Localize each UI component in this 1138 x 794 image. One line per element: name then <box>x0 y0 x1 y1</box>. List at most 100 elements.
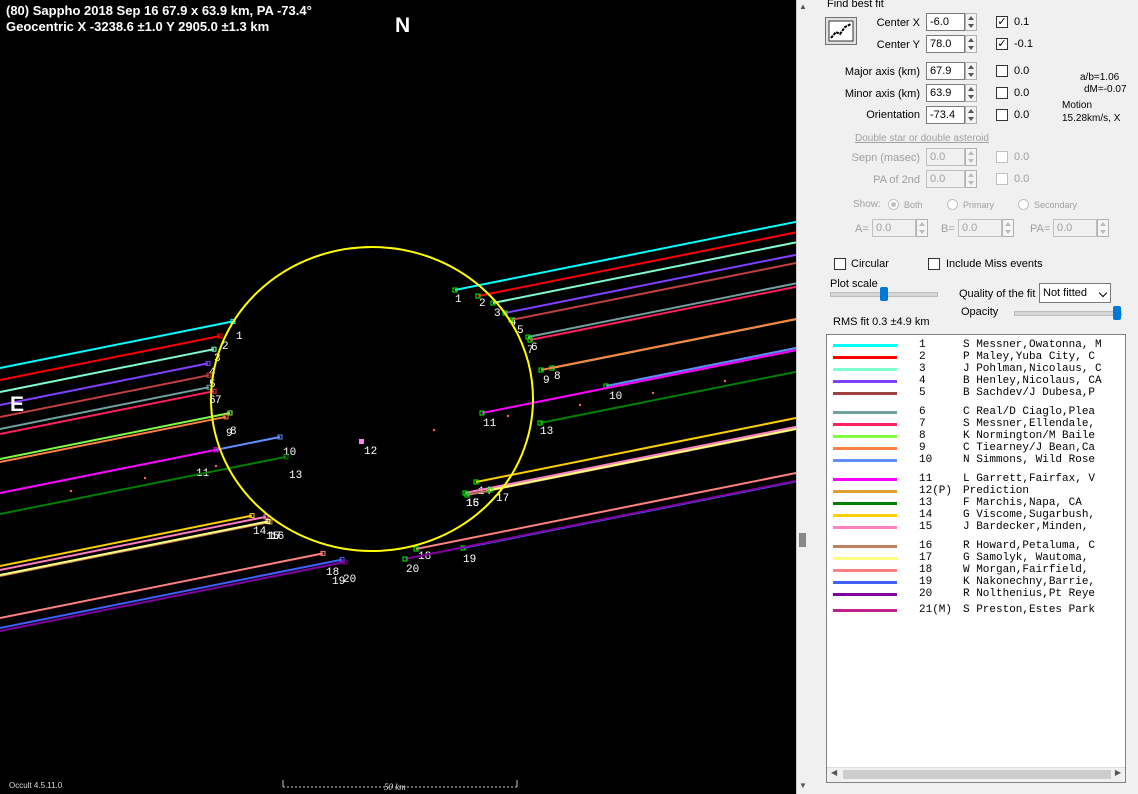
minor-axis-spinner[interactable] <box>965 84 977 102</box>
legend-row[interactable]: 2 P Maley,Yuba City, C <box>827 351 1125 363</box>
observer-legend[interactable]: 1 S Messner,Owatonna, M 2 P Maley,Yuba City… <box>826 334 1126 783</box>
sepn-input[interactable]: 0.0 <box>926 148 965 166</box>
legend-row[interactable]: 12(P) Prediction <box>827 485 1125 497</box>
show-secondary-radio[interactable] <box>1018 199 1029 210</box>
legend-row[interactable]: 10 N Simmons, Wild Rose <box>827 454 1125 466</box>
legend-row[interactable]: 7 S Messner,Ellendale, <box>827 418 1125 430</box>
chord-label-right: 3 <box>494 308 501 320</box>
sepn-label: Sepn (masec) <box>851 152 920 164</box>
plot-scale-label: Plot scale <box>830 278 878 290</box>
find-best-fit-button[interactable] <box>825 17 857 45</box>
scroll-left-icon[interactable]: ◀ <box>831 768 837 777</box>
legend-row[interactable]: 9 C Tiearney/J Bean,Ca <box>827 442 1125 454</box>
legend-name: W Morgan,Fairfield, <box>963 564 1089 576</box>
pa2-checkbox[interactable] <box>996 173 1008 185</box>
a-spinner[interactable] <box>916 219 928 237</box>
axis-ratio: a/b=1.06 <box>1080 72 1120 83</box>
chord-1-left <box>0 320 234 369</box>
occultation-plot[interactable]: 1122334455667788991010111113131414151516… <box>0 0 796 794</box>
minor-axis-input[interactable]: 63.9 <box>926 84 965 102</box>
b-label: B= <box>941 223 955 235</box>
delta-magnitude: dM=-0.07 <box>1084 84 1127 95</box>
legend-row[interactable]: 15 J Bardecker,Minden, <box>827 521 1125 533</box>
minor-axis-checkbox[interactable] <box>996 87 1008 99</box>
legend-hscroll-thumb[interactable] <box>843 770 1111 779</box>
legend-row[interactable]: 13 F Marchis,Napa, CA <box>827 497 1125 509</box>
legend-row[interactable]: 6 C Real/D Ciaglo,Plea <box>827 406 1125 418</box>
chord-4-right <box>504 253 796 314</box>
orientation-checkbox[interactable] <box>996 109 1008 121</box>
sepn-spinner[interactable] <box>965 148 977 166</box>
plot-canvas[interactable]: 1122334455667788991010111113131414151516… <box>0 0 796 794</box>
major-axis-spinner[interactable] <box>965 62 977 80</box>
scroll-right-icon[interactable]: ▶ <box>1115 768 1121 777</box>
legend-code: 12(P) <box>919 485 953 497</box>
legend-name: Prediction <box>963 485 1030 497</box>
circular-checkbox[interactable] <box>834 258 846 270</box>
legend-row[interactable]: 4 B Henley,Nicolaus, CA <box>827 375 1125 387</box>
center-x-input[interactable]: -6.0 <box>926 13 965 31</box>
chord-7-right <box>529 285 796 341</box>
residual-dot <box>723 379 727 383</box>
pa-spinner[interactable] <box>1097 219 1109 237</box>
legend-name: J Pohlman,Nicolaus, C <box>963 363 1102 375</box>
b-spinner[interactable] <box>1002 219 1014 237</box>
legend-code: 19 <box>919 576 933 588</box>
plot-title: (80) Sappho 2018 Sep 16 67.9 x 63.9 km, … <box>6 3 312 18</box>
show-primary-radio[interactable] <box>947 199 958 210</box>
b-input[interactable]: 0.0 <box>958 219 1002 237</box>
legend-row[interactable]: 19 K Nakonechny,Barrie, <box>827 576 1125 588</box>
include-miss-checkbox[interactable] <box>928 258 940 270</box>
legend-code: 8 <box>919 430 926 442</box>
scroll-down-icon[interactable]: ▼ <box>799 781 807 790</box>
legend-row[interactable]: 11 L Garrett,Fairfax, V <box>827 473 1125 485</box>
legend-name: B Sachdev/J Dubesa,P <box>963 387 1096 399</box>
orientation-input[interactable]: -73.4 <box>926 106 965 124</box>
plot-scrollbar[interactable]: ▲ ▼ <box>796 0 808 794</box>
center-y-label: Center Y <box>876 39 920 51</box>
center-x-checkbox[interactable]: ✓ <box>996 16 1008 28</box>
legend-code: 4 <box>919 375 926 387</box>
legend-row[interactable]: 14 G Viscome,Sugarbush, <box>827 509 1125 521</box>
chord-label-right: 9 <box>543 375 550 387</box>
scroll-up-icon[interactable]: ▲ <box>799 2 807 11</box>
scrollbar-thumb[interactable] <box>799 533 806 547</box>
major-axis-input[interactable]: 67.9 <box>926 62 965 80</box>
legend-row[interactable]: 18 W Morgan,Fairfield, <box>827 564 1125 576</box>
legend-hscroll[interactable]: ◀ ▶ <box>827 767 1125 782</box>
legend-swatch <box>833 368 897 371</box>
quality-dropdown[interactable]: Not fitted <box>1039 283 1111 303</box>
plot-geocentric: Geocentric X -3238.6 ±1.0 Y 2905.0 ±1.3 … <box>6 19 270 34</box>
legend-code: 3 <box>919 363 926 375</box>
orientation-error: 0.0 <box>1014 109 1030 121</box>
center-y-checkbox[interactable]: ✓ <box>996 38 1008 50</box>
pa-input[interactable]: 0.0 <box>1053 219 1097 237</box>
legend-name: R Nolthenius,Pt Reye <box>963 588 1096 600</box>
legend-row[interactable]: 20 R Nolthenius,Pt Reye <box>827 588 1125 600</box>
center-y-input[interactable]: 78.0 <box>926 35 965 53</box>
pa2-input[interactable]: 0.0 <box>926 170 965 188</box>
center-x-spinner[interactable] <box>965 13 977 31</box>
a-input[interactable]: 0.0 <box>872 219 916 237</box>
legend-row[interactable]: 1 S Messner,Owatonna, M <box>827 339 1125 351</box>
legend-row[interactable]: 5 B Sachdev/J Dubesa,P <box>827 387 1125 399</box>
motion-label: Motion <box>1062 100 1093 111</box>
sepn-checkbox[interactable] <box>996 151 1008 163</box>
show-both-radio[interactable] <box>888 199 899 210</box>
orientation-spinner[interactable] <box>965 106 977 124</box>
opacity-slider[interactable] <box>1014 311 1122 316</box>
major-axis-checkbox[interactable] <box>996 65 1008 77</box>
find-best-fit-label: Find best fit <box>827 0 884 10</box>
legend-row[interactable]: 16 R Howard,Petaluma, C <box>827 540 1125 552</box>
plot-scale-thumb[interactable] <box>880 287 888 301</box>
chord-label-right: 20 <box>406 564 419 576</box>
pa2-spinner[interactable] <box>965 170 977 188</box>
legend-row[interactable]: 3 J Pohlman,Nicolaus, C <box>827 363 1125 375</box>
legend-row[interactable]: 21(M) S Preston,Estes Park <box>827 604 1125 616</box>
opacity-thumb[interactable] <box>1113 306 1121 320</box>
legend-row[interactable]: 8 K Normington/M Baile <box>827 430 1125 442</box>
legend-code: 10 <box>919 454 933 466</box>
legend-row[interactable]: 17 G Samolyk, Wautoma, <box>827 552 1125 564</box>
center-y-spinner[interactable] <box>965 35 977 53</box>
show-label: Show: <box>853 199 881 210</box>
